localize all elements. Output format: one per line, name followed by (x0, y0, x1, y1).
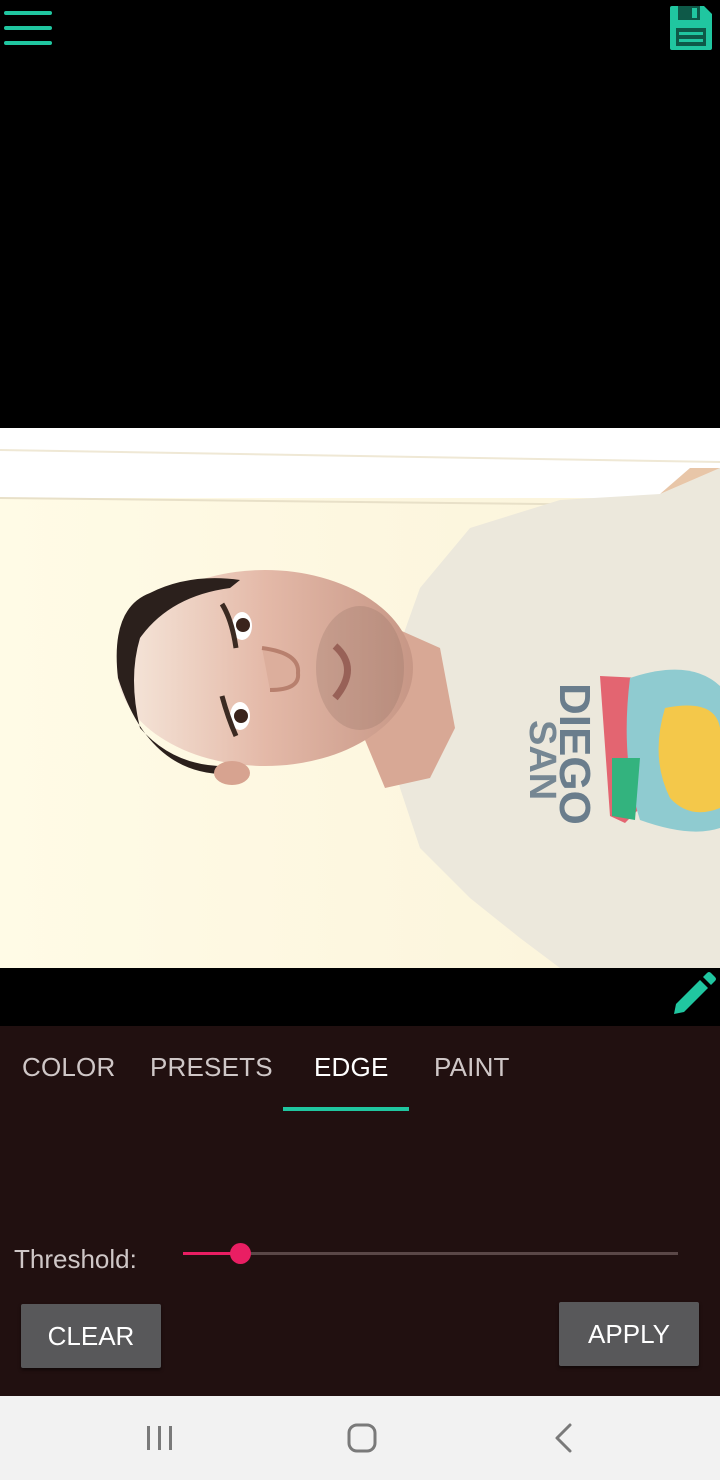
tab-presets[interactable]: PRESETS (150, 1052, 273, 1088)
tab-paint[interactable]: PAINT (434, 1052, 510, 1088)
tab-edge[interactable]: EDGE (314, 1052, 388, 1088)
menu-button[interactable] (4, 8, 52, 48)
slider-thumb[interactable] (230, 1243, 251, 1264)
clear-button[interactable]: CLEAR (21, 1304, 161, 1368)
save-button[interactable] (668, 4, 714, 52)
top-toolbar (0, 0, 720, 60)
tab-color[interactable]: COLOR (22, 1052, 115, 1088)
back-button[interactable] (538, 1416, 588, 1460)
threshold-slider[interactable] (183, 1240, 678, 1270)
photo-preview: DIEGO SAN (0, 428, 720, 968)
tab-indicator (283, 1107, 409, 1111)
home-icon (347, 1423, 377, 1453)
threshold-label: Threshold: (14, 1244, 137, 1274)
apply-button[interactable]: APPLY (559, 1302, 699, 1366)
tools-panel: COLOR PRESETS EDGE PAINT Threshold: CLEA… (0, 1026, 720, 1396)
svg-text:SAN: SAN (521, 720, 563, 800)
slider-track (183, 1252, 678, 1255)
home-button[interactable] (336, 1416, 386, 1460)
recents-icon (147, 1426, 172, 1450)
pencil-icon (674, 972, 716, 1014)
edit-button[interactable] (668, 968, 718, 1018)
recents-button[interactable] (135, 1416, 185, 1460)
floppy-disk-save-icon (670, 6, 712, 50)
system-nav-bar (0, 1396, 720, 1480)
back-icon (555, 1423, 572, 1453)
photo-image: DIEGO SAN (0, 428, 720, 968)
